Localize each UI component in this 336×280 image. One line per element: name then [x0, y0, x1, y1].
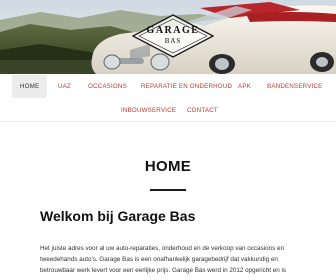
intro-line: betrouwbaar werk levert voor een eerlijk… — [40, 267, 287, 274]
nav-item-uaz[interactable]: UAZ — [58, 83, 71, 90]
nav-item-occasions[interactable]: OCCASIONS — [88, 83, 127, 90]
main-navigation: HOME UAZ OCCASIONS REPARATIE EN ONDERHOU… — [0, 74, 336, 122]
garage-bas-logo[interactable]: GARAGE BAS — [132, 14, 214, 58]
nav-item-bandenservice[interactable]: BANDENSERVICE — [267, 83, 322, 90]
intro-line: Het juiste adres voor al uw auto-reparat… — [40, 245, 284, 252]
nav-item-inbouwservice[interactable]: INBOUWSERVICE — [121, 107, 176, 114]
nav-item-reparatie-en-onderhoud[interactable]: REPARATIE EN ONDERHOUD — [141, 83, 232, 90]
intro-paragraph: Het juiste adres voor al uw auto-reparat… — [40, 243, 315, 276]
intro-line: tweedehands auto’s. Garage Bas is een on… — [40, 256, 278, 263]
welcome-heading: Welkom bij Garage Bas — [40, 208, 196, 224]
logo-name: GARAGE — [146, 25, 200, 36]
logo-diamond-icon — [132, 14, 214, 58]
nav-item-home[interactable]: HOME — [12, 75, 48, 98]
hero-banner: GARAGE BAS — [0, 0, 336, 74]
nav-item-apk[interactable]: APK — [238, 83, 251, 90]
logo-subtitle: BAS — [164, 37, 182, 45]
page-title: HOME — [144, 158, 192, 175]
nav-item-contact[interactable]: CONTACT — [187, 107, 218, 114]
title-divider — [150, 189, 186, 191]
